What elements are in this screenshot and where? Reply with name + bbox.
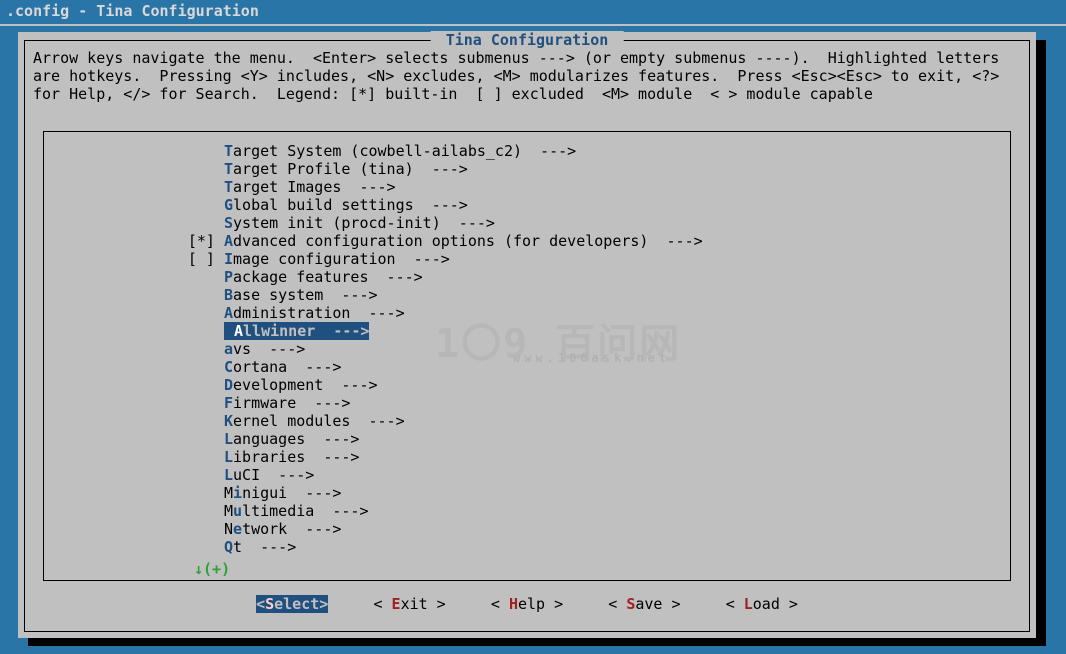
menu-item[interactable]: avs ---> — [184, 340, 1000, 358]
menu-item[interactable]: Target Profile (tina) ---> — [184, 160, 1000, 178]
load-button[interactable]: < Load > — [726, 595, 798, 613]
menu-item[interactable]: Allwinner ---> — [184, 322, 1000, 340]
menu-item[interactable]: Target Images ---> — [184, 178, 1000, 196]
menu-list[interactable]: Target System (cowbell-ailabs_c2) ---> T… — [184, 142, 1000, 556]
menu-item[interactable]: Libraries ---> — [184, 448, 1000, 466]
dialog-frame: Tina Configuration Arrow keys navigate t… — [24, 40, 1030, 632]
menu-item[interactable]: Target System (cowbell-ailabs_c2) ---> — [184, 142, 1000, 160]
help-text: Arrow keys navigate the menu. <Enter> se… — [33, 49, 1021, 103]
menu-item[interactable]: Languages ---> — [184, 430, 1000, 448]
menu-item[interactable]: [ ] Image configuration ---> — [184, 250, 1000, 268]
menu-item[interactable]: Kernel modules ---> — [184, 412, 1000, 430]
select-button[interactable]: <Select> — [256, 595, 328, 613]
help-button[interactable]: < Help > — [491, 595, 563, 613]
menu-item[interactable]: Qt ---> — [184, 538, 1000, 556]
menu-item[interactable]: System init (procd-init) ---> — [184, 214, 1000, 232]
exit-button[interactable]: < Exit > — [373, 595, 445, 613]
menu-item[interactable]: Multimedia ---> — [184, 502, 1000, 520]
save-button[interactable]: < Save > — [608, 595, 680, 613]
menu-item[interactable]: Package features ---> — [184, 268, 1000, 286]
menu-item[interactable]: Administration ---> — [184, 304, 1000, 322]
menu-item[interactable]: Cortana ---> — [184, 358, 1000, 376]
dialog: Tina Configuration Arrow keys navigate t… — [18, 32, 1036, 638]
menu-item[interactable]: LuCI ---> — [184, 466, 1000, 484]
menu-item[interactable]: Minigui ---> — [184, 484, 1000, 502]
menu-item[interactable]: Network ---> — [184, 520, 1000, 538]
title-separator — [0, 24, 1066, 26]
window-titlebar: .config - Tina Configuration — [0, 0, 1066, 24]
dialog-title: Tina Configuration — [431, 31, 624, 49]
menu-item[interactable]: Development ---> — [184, 376, 1000, 394]
menu-item[interactable]: Base system ---> — [184, 286, 1000, 304]
menu-item[interactable]: Global build settings ---> — [184, 196, 1000, 214]
scroll-more-indicator: ↓(+) — [194, 560, 230, 578]
menu-box: Target System (cowbell-ailabs_c2) ---> T… — [43, 131, 1011, 581]
button-bar: <Select> < Exit > < Help > < Save > < Lo… — [25, 595, 1029, 613]
menu-item[interactable]: [*] Advanced configuration options (for … — [184, 232, 1000, 250]
menu-item[interactable]: Firmware ---> — [184, 394, 1000, 412]
